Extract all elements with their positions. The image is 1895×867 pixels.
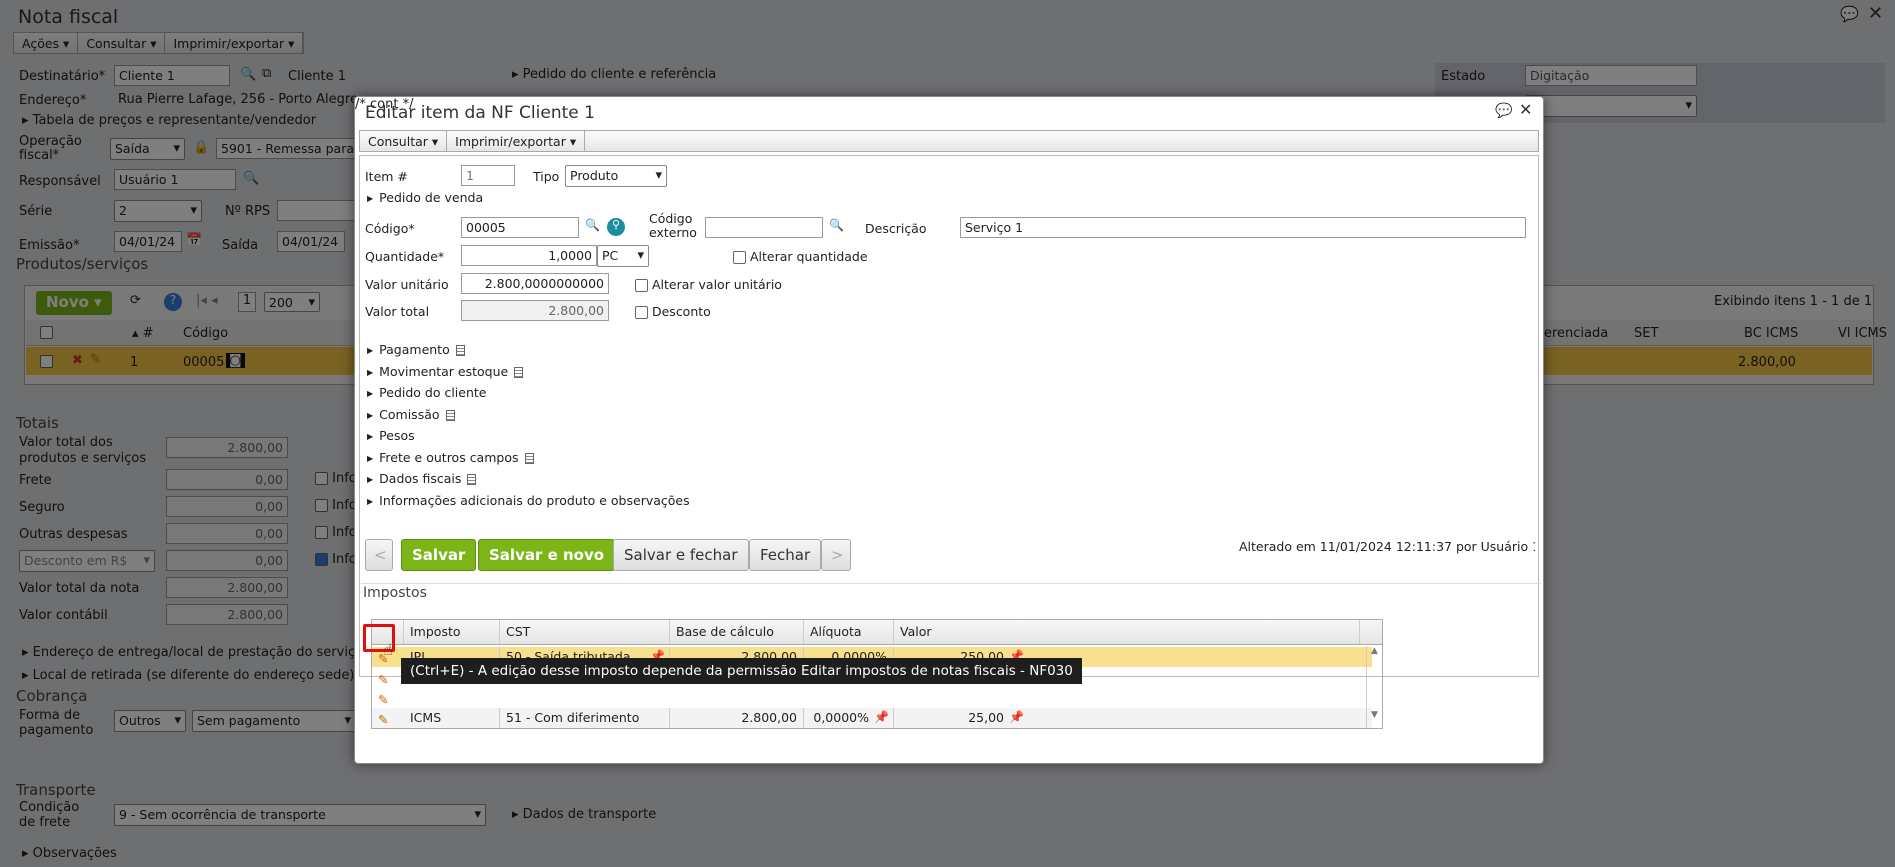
salvar-fechar-button[interactable]: Salvar e fechar bbox=[613, 539, 749, 571]
descricao-label: Descrição bbox=[865, 221, 927, 236]
col-base[interactable]: Base de cálculo bbox=[670, 620, 804, 644]
dialog-menubar: Consultar ▾ Imprimir/exportar ▾ bbox=[359, 130, 1539, 152]
pin-icon: 📌 bbox=[1009, 710, 1024, 724]
pedido-venda-toggle[interactable]: Pedido de venda bbox=[367, 190, 483, 205]
next-button[interactable]: > bbox=[821, 539, 851, 571]
menu-imprimir[interactable]: Imprimir/exportar ▾ bbox=[447, 131, 586, 151]
search-icon[interactable]: 🔍 bbox=[829, 218, 844, 232]
dialog-title: Editar item da NF Cliente 1 bbox=[365, 103, 595, 123]
descricao-input[interactable]: Serviço 1 bbox=[960, 217, 1526, 238]
unidade-select[interactable]: PC bbox=[597, 245, 649, 267]
codigo-externo-label: Código externo bbox=[649, 211, 697, 240]
search-icon[interactable]: 🔍 bbox=[585, 218, 600, 232]
comment-icon[interactable]: 💬 bbox=[1495, 103, 1512, 119]
codigo-input[interactable]: 00005 bbox=[461, 217, 579, 238]
alterar-valor-unitario-check[interactable]: Alterar valor unitário bbox=[635, 277, 782, 292]
section-movimentar-estoque[interactable]: Movimentar estoque bbox=[367, 364, 524, 379]
close-icon[interactable]: ✕ bbox=[1519, 100, 1532, 119]
section-pesos[interactable]: Pesos bbox=[367, 428, 414, 443]
impostos-title: Impostos bbox=[363, 585, 427, 601]
valor-unitario-label: Valor unitário bbox=[365, 277, 449, 292]
section-pedido-cliente[interactable]: Pedido do cliente bbox=[367, 385, 486, 400]
valor-total-label: Valor total bbox=[365, 304, 430, 319]
fechar-button[interactable]: Fechar bbox=[749, 539, 822, 571]
edit-icon[interactable]: ✎ bbox=[372, 668, 404, 688]
cursor-icon: ☝ bbox=[383, 640, 393, 659]
imposto-row-hidden[interactable]: ✎ bbox=[372, 688, 1372, 708]
section-pagamento[interactable]: Pagamento bbox=[367, 342, 465, 357]
imposto-valor: 25,00 📌 bbox=[968, 710, 1024, 725]
edit-icon[interactable]: ✎ bbox=[372, 688, 404, 708]
valor-total-input: 2.800,00 bbox=[461, 300, 609, 321]
desconto-check[interactable]: Desconto bbox=[635, 304, 711, 319]
section-dados-fiscais[interactable]: Dados fiscais bbox=[367, 471, 477, 486]
col-aliquota[interactable]: Alíquota bbox=[804, 620, 894, 644]
scrollbar[interactable]: ▲ ▼ bbox=[1366, 646, 1382, 728]
imposto-base: 2.800,00 bbox=[670, 708, 804, 728]
alterar-quantidade-check[interactable]: Alterar quantidade bbox=[733, 249, 868, 264]
alterado-text: Alterado em 11/01/2024 12:11:37 por Usuá… bbox=[1239, 539, 1535, 554]
menu-consultar[interactable]: Consultar ▾ bbox=[360, 131, 448, 151]
tipo-label: Tipo bbox=[533, 169, 560, 184]
lookup-icon[interactable]: ⚲ bbox=[607, 218, 625, 236]
section-informacoes[interactable]: Informações adicionais do produto e obse… bbox=[367, 493, 689, 508]
col-valor[interactable]: Valor bbox=[894, 620, 1360, 644]
tooltip: (Ctrl+E) - A edição desse imposto depend… bbox=[401, 658, 1082, 684]
codigo-externo-input[interactable] bbox=[705, 217, 823, 238]
section-frete[interactable]: Frete e outros campos bbox=[367, 450, 534, 465]
divider bbox=[361, 583, 1541, 584]
edit-item-dialog: Editar item da NF Cliente 1 💬 ✕ Consulta… bbox=[354, 96, 1544, 764]
edit-icon[interactable]: ✎ bbox=[372, 708, 404, 728]
codigo-label: Código* bbox=[365, 221, 415, 236]
quantidade-label: Quantidade* bbox=[365, 249, 445, 264]
imposto-cst: 51 - Com diferimento bbox=[500, 708, 670, 728]
item-label: Item # bbox=[365, 169, 408, 184]
col-cst[interactable]: CST bbox=[500, 620, 670, 644]
quantidade-input[interactable]: 1,0000 bbox=[461, 245, 597, 266]
prev-button[interactable]: < bbox=[365, 539, 393, 571]
impostos-header: Imposto CST Base de cálculo Alíquota Val… bbox=[372, 620, 1382, 645]
section-comissao[interactable]: Comissão bbox=[367, 407, 455, 422]
tipo-select[interactable]: Produto bbox=[565, 165, 667, 187]
pin-icon: 📌 bbox=[874, 710, 889, 724]
imposto-name: ICMS bbox=[404, 708, 500, 728]
imposto-row-icms[interactable]: ✎ ICMS 51 - Com diferimento 2.800,00 0,0… bbox=[372, 708, 1372, 728]
valor-unitario-input[interactable]: 2.800,0000000000 bbox=[461, 273, 609, 294]
imposto-aliquota: 0,0000% 📌 bbox=[804, 708, 894, 728]
salvar-novo-button[interactable]: Salvar e novo bbox=[478, 539, 616, 571]
item-input[interactable]: 1 bbox=[461, 165, 515, 186]
col-imposto[interactable]: Imposto bbox=[404, 620, 500, 644]
salvar-button[interactable]: Salvar bbox=[401, 539, 477, 571]
